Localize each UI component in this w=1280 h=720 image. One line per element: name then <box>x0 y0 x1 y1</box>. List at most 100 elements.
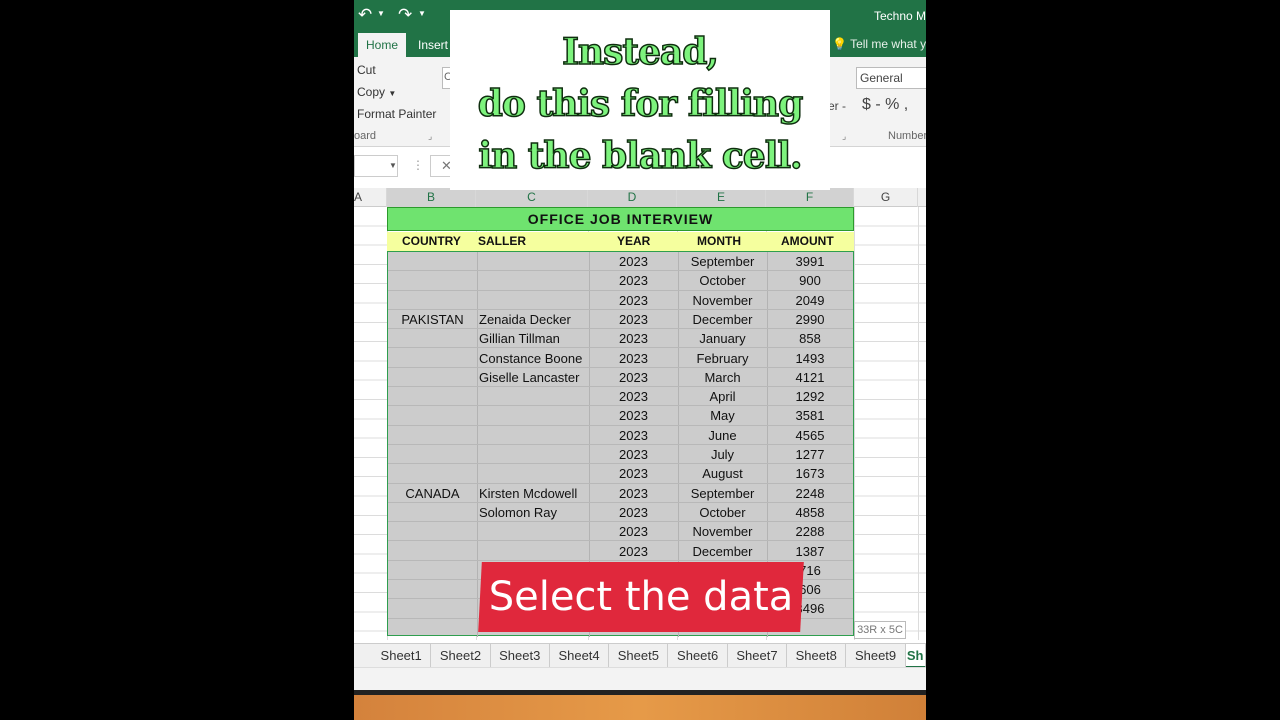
tell-me-search[interactable]: 💡 Tell me what y <box>832 37 926 51</box>
sheet-tab-1[interactable]: Sheet1 <box>372 644 432 668</box>
cell-amount[interactable]: 3581 <box>767 406 853 425</box>
cell-seller[interactable] <box>479 271 589 290</box>
column-header-d[interactable]: D <box>588 188 677 207</box>
cell-amount[interactable]: 2248 <box>767 484 853 503</box>
sheet-tab-6[interactable]: Sheet6 <box>669 644 728 668</box>
column-header-c[interactable]: C <box>476 188 588 207</box>
cell-country[interactable] <box>388 426 477 445</box>
cell-seller[interactable] <box>479 291 589 310</box>
table-row[interactable]: CANADA Kirsten Mcdowell 2023 September 2248 <box>388 484 853 503</box>
cell-month[interactable]: October <box>678 503 767 522</box>
header-month[interactable]: MONTH <box>697 232 741 251</box>
cell-year[interactable]: 2023 <box>589 291 678 310</box>
cell-month[interactable]: July <box>678 445 767 464</box>
cell-year[interactable]: 2023 <box>589 484 678 503</box>
cell-month[interactable]: December <box>678 310 767 329</box>
sheet-tab-5[interactable]: Sheet5 <box>609 644 669 668</box>
cell-amount[interactable]: 4858 <box>767 503 853 522</box>
cell-amount[interactable]: 2990 <box>767 310 853 329</box>
cell-year[interactable]: 2023 <box>589 329 678 348</box>
cell-year[interactable]: 2023 <box>589 310 678 329</box>
redo-dropdown-icon[interactable]: ▼ <box>418 9 426 18</box>
cell-seller[interactable]: Kirsten Mcdowell <box>479 484 589 503</box>
table-row[interactable]: 2023 August 1673 <box>388 464 853 484</box>
cell-year[interactable]: 2023 <box>589 349 678 368</box>
cell-seller[interactable] <box>479 426 589 445</box>
cell-country[interactable] <box>388 445 477 464</box>
cell-month[interactable]: September <box>678 252 767 271</box>
table-row[interactable]: 2023 October 900 <box>388 271 853 291</box>
cell-seller[interactable]: Constance Boone <box>479 349 589 368</box>
cell-seller[interactable] <box>479 406 589 425</box>
cell-seller[interactable] <box>479 542 589 561</box>
sheet-tab-10[interactable]: Sh <box>905 644 926 668</box>
cell-seller[interactable]: Zenaida Decker <box>479 310 589 329</box>
cell-country[interactable]: PAKISTAN <box>388 310 477 329</box>
cell-country[interactable] <box>388 522 477 541</box>
cell-seller[interactable]: Giselle Lancaster <box>479 368 589 387</box>
cell-year[interactable]: 2023 <box>589 271 678 290</box>
format-painter-button[interactable]: Format Painter <box>357 107 436 121</box>
cell-month[interactable]: June <box>678 426 767 445</box>
copy-button[interactable]: Copy ▼ <box>357 85 396 99</box>
cell-seller[interactable] <box>479 387 589 406</box>
cell-month[interactable]: November <box>678 291 767 310</box>
table-row[interactable]: 2023 April 1292 <box>388 387 853 407</box>
cell-year[interactable]: 2023 <box>589 368 678 387</box>
table-row[interactable]: PAKISTAN Zenaida Decker 2023 December 2990 <box>388 310 853 330</box>
cell-seller[interactable] <box>479 252 589 271</box>
cell-country[interactable] <box>388 561 477 580</box>
cell-country[interactable] <box>388 291 477 310</box>
cell-amount[interactable]: 1493 <box>767 349 853 368</box>
column-header-f[interactable]: F <box>766 188 854 207</box>
cell-month[interactable]: December <box>678 542 767 561</box>
cell-month[interactable]: October <box>678 271 767 290</box>
cell-year[interactable]: 2023 <box>589 445 678 464</box>
cell-amount[interactable]: 3991 <box>767 252 853 271</box>
undo-dropdown-icon[interactable]: ▼ <box>377 9 385 18</box>
chevron-down-icon[interactable]: ▼ <box>389 161 397 170</box>
table-row[interactable]: 2023 September 3991 <box>388 252 853 272</box>
cell-year[interactable]: 2023 <box>589 464 678 483</box>
cell-country[interactable] <box>388 252 477 271</box>
cell-amount[interactable]: 900 <box>767 271 853 290</box>
table-row[interactable]: Constance Boone 2023 February 1493 <box>388 349 853 368</box>
sheet-tab-9[interactable]: Sheet9 <box>846 644 906 668</box>
undo-icon[interactable]: ↶ <box>358 5 372 25</box>
cell-amount[interactable]: 1673 <box>767 464 853 483</box>
sheet-tab-7[interactable]: Sheet7 <box>728 644 788 668</box>
tab-home[interactable]: Home <box>358 33 407 57</box>
sheet-title-cell[interactable]: OFFICE JOB INTERVIEW <box>387 207 854 231</box>
column-header-a[interactable]: A <box>354 188 387 207</box>
table-row[interactable]: 2023 June 4565 <box>388 426 853 445</box>
cell-country[interactable] <box>388 271 477 290</box>
header-year[interactable]: YEAR <box>617 232 650 251</box>
cell-country[interactable] <box>388 406 477 425</box>
table-row[interactable]: 2023 November 2288 <box>388 522 853 542</box>
cell-month[interactable]: May <box>678 406 767 425</box>
cell-country[interactable] <box>388 580 477 599</box>
cell-year[interactable]: 2023 <box>589 387 678 406</box>
number-format-select[interactable]: General <box>856 67 926 89</box>
cell-country[interactable] <box>388 464 477 483</box>
cell-month[interactable]: February <box>678 349 767 368</box>
cell-seller[interactable] <box>479 445 589 464</box>
cell-country[interactable] <box>388 349 477 368</box>
cell-year[interactable]: 2023 <box>589 542 678 561</box>
cell-month[interactable]: March <box>678 368 767 387</box>
cell-month[interactable]: November <box>678 522 767 541</box>
table-row[interactable]: Giselle Lancaster 2023 March 4121 <box>388 368 853 388</box>
cell-country[interactable] <box>388 329 477 348</box>
cell-month[interactable]: April <box>678 387 767 406</box>
header-country[interactable]: COUNTRY <box>402 232 461 251</box>
column-header-g[interactable]: G <box>854 188 918 207</box>
cell-country[interactable] <box>388 542 477 561</box>
cell-amount[interactable]: 2049 <box>767 291 853 310</box>
cell-country[interactable]: CANADA <box>388 484 477 503</box>
cell-amount[interactable]: 858 <box>767 329 853 348</box>
column-header-b[interactable]: B <box>387 188 476 207</box>
cell-amount[interactable]: 4565 <box>767 426 853 445</box>
cell-country[interactable] <box>388 503 477 522</box>
cell-amount[interactable]: 1277 <box>767 445 853 464</box>
redo-icon[interactable]: ↷ <box>398 5 412 25</box>
